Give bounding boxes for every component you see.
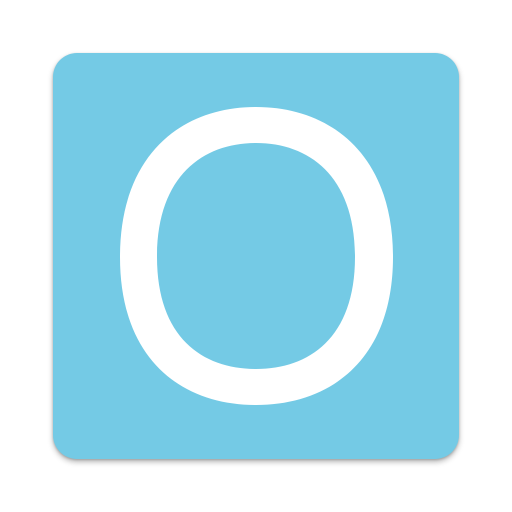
app-icon[interactable]: O — [53, 53, 459, 459]
letter-o-icon — [120, 107, 393, 405]
app-icon-canvas: O — [0, 0, 512, 512]
